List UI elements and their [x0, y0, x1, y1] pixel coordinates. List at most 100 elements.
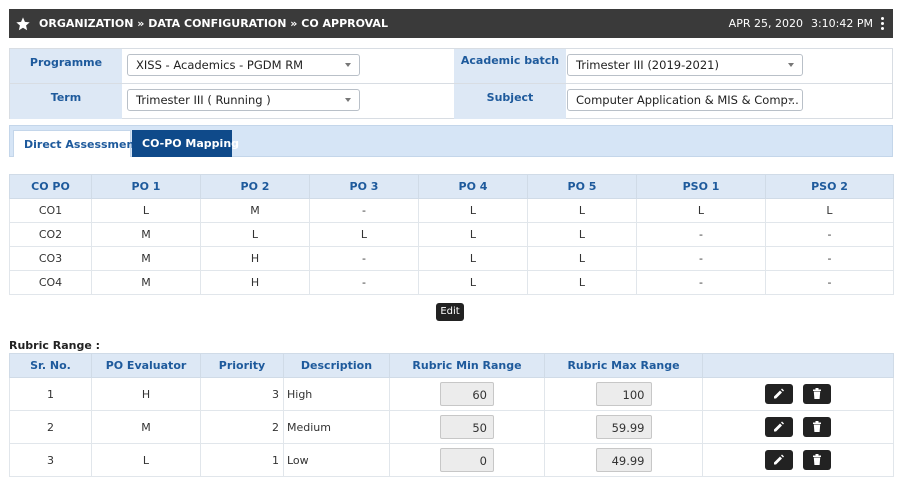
table-cell: L	[527, 270, 637, 295]
edit-row-button[interactable]	[765, 417, 794, 437]
table-header-row: Sr. No. PO Evaluator Priority Descriptio…	[9, 353, 894, 378]
column-header: Description	[283, 353, 390, 378]
tab-bar: Direct Assessment CO-PO Mapping	[9, 125, 893, 157]
table-cell: -	[765, 222, 894, 247]
actions-cell	[702, 377, 894, 411]
table-cell: H	[200, 270, 310, 295]
table-cell: L	[418, 246, 528, 271]
min-range-cell: 0	[389, 443, 545, 477]
description-cell: Low	[283, 443, 390, 477]
table-cell: L	[418, 270, 528, 295]
table-cell: -	[309, 270, 419, 295]
academic-batch-select[interactable]: Trimester III (2019-2021)	[567, 54, 803, 76]
table-header-row: CO PO PO 1 PO 2 PO 3 PO 4 PO 5 PSO 1 PSO…	[9, 174, 894, 199]
pencil-icon	[774, 454, 785, 465]
column-header: PO 3	[309, 174, 419, 199]
max-range-input[interactable]: 59.99	[595, 415, 652, 439]
min-range-cell: 60	[389, 377, 545, 411]
table-row: 2 M 2 Medium 50 59.99	[9, 410, 894, 444]
po-evaluator-cell: H	[91, 377, 201, 411]
tab-co-po-mapping[interactable]: CO-PO Mapping	[132, 130, 239, 157]
table-cell: CO2	[9, 222, 92, 247]
table-cell: L	[636, 198, 766, 223]
table-cell: M	[200, 198, 310, 223]
table-cell: M	[91, 270, 201, 295]
table-cell: -	[636, 246, 766, 271]
delete-row-button[interactable]	[802, 417, 831, 437]
column-header: Rubric Min Range	[389, 353, 545, 378]
pencil-icon	[774, 421, 785, 432]
edit-button[interactable]: Edit	[436, 303, 464, 321]
description-cell: High	[283, 377, 390, 411]
sr-no-cell: 3	[9, 443, 92, 477]
subject-label: Subject	[454, 84, 566, 119]
column-header	[702, 353, 894, 378]
sr-no-cell: 1	[9, 377, 92, 411]
star-icon[interactable]	[15, 16, 31, 32]
edit-row-button[interactable]	[765, 450, 794, 470]
subject-select[interactable]: Computer Application & MIS & Comp...	[567, 89, 803, 111]
table-row: CO3 M H - L L - -	[9, 246, 894, 271]
column-header: Rubric Max Range	[544, 353, 703, 378]
delete-row-button[interactable]	[802, 384, 831, 404]
table-cell: M	[91, 246, 201, 271]
table-cell: L	[418, 222, 528, 247]
edit-row-button[interactable]	[765, 384, 794, 404]
table-cell: L	[527, 222, 637, 247]
programme-select-value: XISS - Academics - PGDM RM	[136, 58, 304, 72]
table-cell: L	[527, 246, 637, 271]
priority-cell: 2	[200, 410, 284, 444]
max-range-cell: 49.99	[544, 443, 703, 477]
description-cell: Medium	[283, 410, 390, 444]
actions-cell	[702, 410, 894, 444]
min-range-input[interactable]: 0	[440, 448, 494, 472]
filter-panel: Programme XISS - Academics - PGDM RM Aca…	[9, 48, 893, 119]
table-row: 3 L 1 Low 0 49.99	[9, 443, 894, 477]
min-range-input[interactable]: 60	[440, 382, 494, 406]
academic-batch-label: Academic batch	[454, 49, 566, 83]
programme-label: Programme	[10, 49, 122, 83]
table-cell: L	[418, 198, 528, 223]
trash-icon	[812, 454, 821, 465]
top-bar: ORGANIZATION » DATA CONFIGURATION » CO A…	[9, 9, 893, 38]
delete-row-button[interactable]	[802, 450, 831, 470]
table-cell: H	[200, 246, 310, 271]
table-cell: CO1	[9, 198, 92, 223]
column-header: Priority	[200, 353, 284, 378]
column-header: PO 2	[200, 174, 310, 199]
table-row: CO2 M L L L L - -	[9, 222, 894, 247]
rubric-table: Sr. No. PO Evaluator Priority Descriptio…	[9, 353, 894, 477]
table-cell: -	[309, 246, 419, 271]
table-cell: -	[765, 270, 894, 295]
table-cell: L	[200, 222, 310, 247]
min-range-input[interactable]: 50	[440, 415, 494, 439]
term-select[interactable]: Trimester III ( Running )	[127, 89, 360, 111]
column-header: PO 1	[91, 174, 201, 199]
sr-no-cell: 2	[9, 410, 92, 444]
programme-select[interactable]: XISS - Academics - PGDM RM	[127, 54, 360, 76]
table-row: CO4 M H - L L - -	[9, 270, 894, 295]
table-cell: -	[309, 198, 419, 223]
header-date: APR 25, 2020	[728, 17, 803, 30]
max-range-input[interactable]: 49.99	[595, 448, 652, 472]
tab-direct-assessment[interactable]: Direct Assessment	[13, 130, 140, 157]
min-range-cell: 50	[389, 410, 545, 444]
column-header: PSO 1	[636, 174, 766, 199]
table-row: CO1 L M - L L L L	[9, 198, 894, 223]
rubric-range-title: Rubric Range :	[9, 339, 101, 352]
table-cell: L	[309, 222, 419, 247]
subject-select-value: Computer Application & MIS & Comp...	[576, 93, 799, 107]
table-cell: M	[91, 222, 201, 247]
term-label: Term	[10, 84, 122, 119]
pencil-icon	[774, 388, 785, 399]
chevron-down-icon	[788, 98, 794, 102]
table-cell: CO4	[9, 270, 92, 295]
table-cell: -	[765, 246, 894, 271]
table-cell: CO3	[9, 246, 92, 271]
priority-cell: 1	[200, 443, 284, 477]
kebab-menu-icon[interactable]	[881, 17, 885, 30]
po-evaluator-cell: L	[91, 443, 201, 477]
max-range-input[interactable]: 100	[595, 382, 652, 406]
table-cell: L	[91, 198, 201, 223]
trash-icon	[812, 388, 821, 399]
